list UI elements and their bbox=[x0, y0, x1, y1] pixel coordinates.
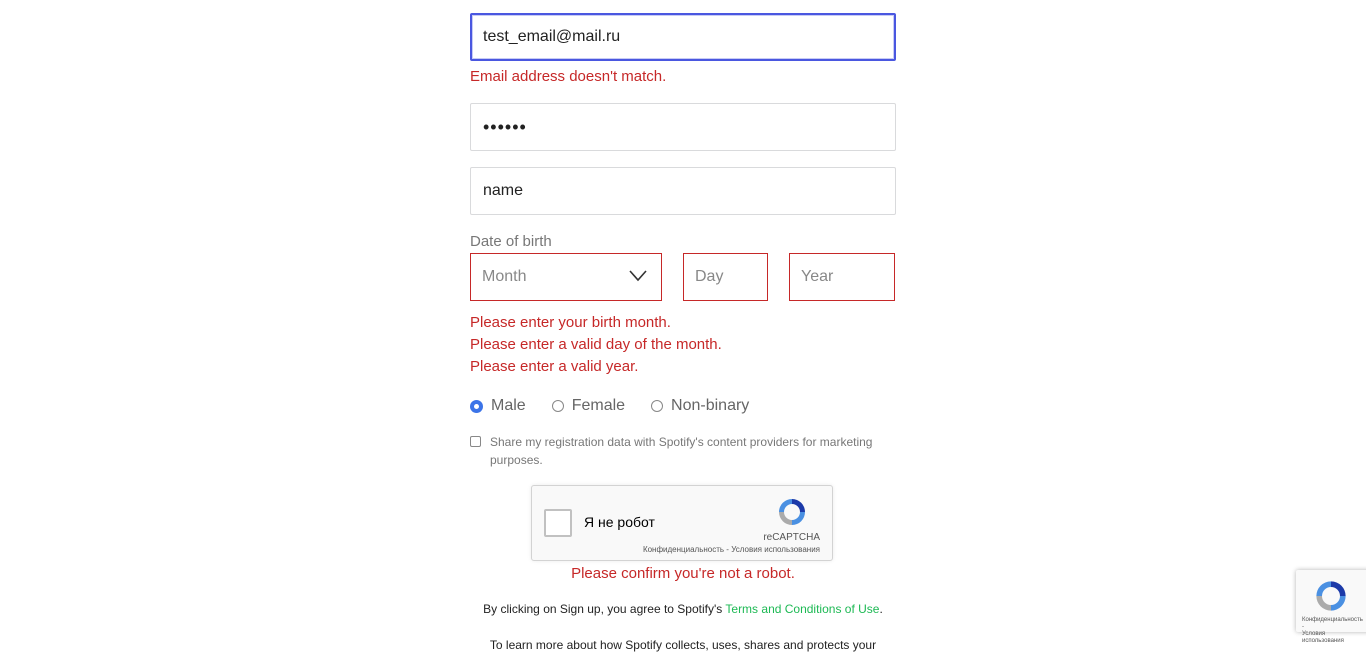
day-input[interactable]: Day bbox=[683, 253, 768, 301]
dob-label: Date of birth bbox=[470, 233, 552, 250]
share-data-checkbox[interactable] bbox=[470, 436, 481, 447]
year-placeholder: Year bbox=[801, 268, 834, 285]
recaptcha-links[interactable]: Конфиденциальность - Условия использован… bbox=[643, 545, 820, 554]
day-error: Please enter a valid day of the month. bbox=[470, 336, 722, 353]
gender-option-female[interactable]: Female bbox=[551, 397, 626, 415]
month-placeholder: Month bbox=[482, 268, 527, 285]
gender-label-non-binary: Non-binary bbox=[671, 397, 750, 414]
year-input[interactable]: Year bbox=[789, 253, 895, 301]
radio-icon[interactable] bbox=[551, 400, 564, 412]
gender-label-female: Female bbox=[571, 397, 626, 414]
recaptcha-widget: Я не робот reCAPTCHA Конфиденциальность … bbox=[531, 485, 833, 561]
badge-link-privacy[interactable]: Конфиденциальность - bbox=[1302, 617, 1366, 631]
month-error: Please enter your birth month. bbox=[470, 314, 671, 331]
confirm-email-input[interactable] bbox=[470, 13, 896, 61]
email-error: Email address doesn't match. bbox=[470, 68, 667, 85]
terms-link[interactable]: Terms and Conditions of Use bbox=[725, 602, 879, 616]
chevron-down-icon bbox=[629, 270, 647, 282]
recaptcha-label: Я не робот bbox=[584, 514, 655, 530]
recaptcha-logo-icon bbox=[1316, 581, 1346, 611]
month-select[interactable]: Month bbox=[470, 253, 662, 301]
radio-icon[interactable] bbox=[651, 400, 664, 412]
recaptcha-checkbox[interactable] bbox=[544, 509, 572, 537]
terms-notice: By clicking on Sign up, you agree to Spo… bbox=[0, 602, 1366, 616]
terms-suffix: . bbox=[879, 602, 883, 616]
gender-label-male: Male bbox=[491, 397, 526, 414]
recaptcha-logo-icon bbox=[779, 499, 805, 525]
gender-radio-group: Male Female Non-binary bbox=[470, 394, 775, 418]
badge-links[interactable]: Конфиденциальность - Условия использован… bbox=[1302, 617, 1366, 645]
day-placeholder: Day bbox=[695, 268, 724, 285]
badge-link-terms[interactable]: Условия использования bbox=[1302, 631, 1366, 645]
password-input[interactable] bbox=[470, 103, 896, 151]
gender-option-male[interactable]: Male bbox=[470, 397, 526, 415]
profile-name-input[interactable] bbox=[470, 167, 896, 215]
radio-selected-icon[interactable] bbox=[470, 399, 483, 413]
year-error: Please enter a valid year. bbox=[470, 358, 639, 375]
gender-option-non-binary[interactable]: Non-binary bbox=[651, 397, 749, 415]
privacy-notice: To learn more about how Spotify collects… bbox=[489, 638, 877, 652]
captcha-error: Please confirm you're not a robot. bbox=[571, 565, 795, 582]
terms-prefix: By clicking on Sign up, you agree to Spo… bbox=[483, 602, 723, 616]
recaptcha-brand: reCAPTCHA bbox=[763, 532, 820, 543]
recaptcha-badge[interactable]: Конфиденциальность - Условия использован… bbox=[1296, 570, 1366, 644]
share-data-label: Share my registration data with Spotify'… bbox=[490, 435, 873, 467]
